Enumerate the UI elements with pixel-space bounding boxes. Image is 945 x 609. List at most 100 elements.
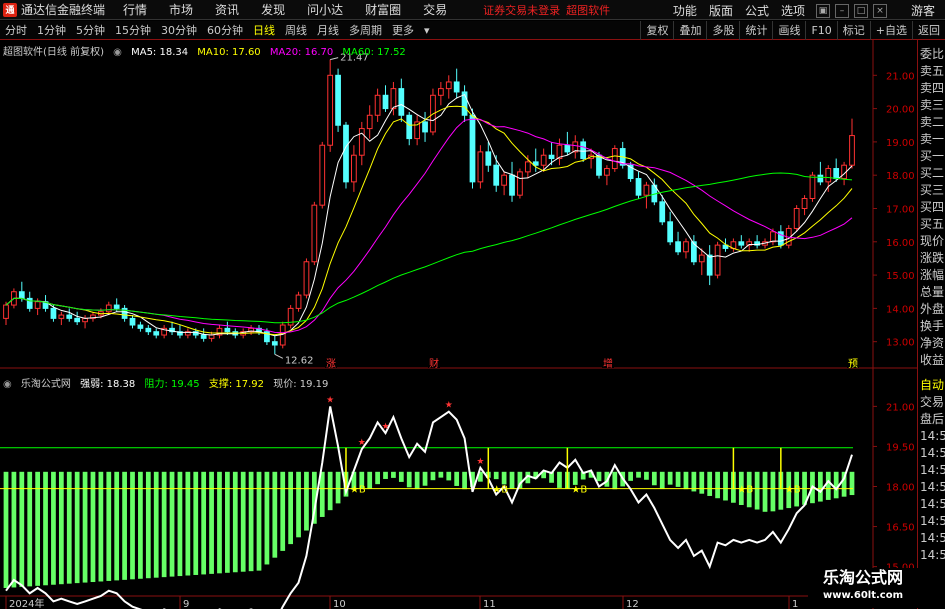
- period-30min[interactable]: 30分钟: [160, 22, 198, 38]
- sidebar-quote-9[interactable]: 买四: [918, 199, 945, 216]
- sidebar-quote-8[interactable]: 买三: [918, 182, 945, 199]
- candle-body-13: [105, 304, 112, 313]
- strength-bar-89: [707, 471, 713, 496]
- candle-body-7: [58, 314, 65, 319]
- sidebar-quote-18[interactable]: 收益: [918, 352, 945, 369]
- close-icon[interactable]: ×: [872, 4, 887, 18]
- period-timeshare[interactable]: 分时: [4, 22, 28, 38]
- strength-bar-42: [335, 471, 341, 504]
- main-chart-title[interactable]: 超图软件(日线 前复权): [3, 47, 104, 58]
- sidebar-quote-16[interactable]: 换手: [918, 318, 945, 335]
- sidebar-trade-3[interactable]: 14:50: [918, 428, 945, 445]
- candle-body-64: [509, 174, 515, 196]
- sidebar-trade-8[interactable]: 14:56: [918, 513, 945, 530]
- tool-overlay[interactable]: 叠加: [673, 21, 706, 40]
- sidebar-quote-7[interactable]: 买二: [918, 165, 945, 182]
- tool-f10[interactable]: F10: [805, 21, 836, 40]
- menu-function[interactable]: 功能: [673, 2, 697, 19]
- sidebar-trade-6[interactable]: 14:56: [918, 479, 945, 496]
- candle-body-17: [137, 324, 144, 329]
- tool-add-watchlist[interactable]: +自选: [869, 21, 912, 40]
- candle-body-80: [635, 178, 642, 196]
- tool-stats[interactable]: 统计: [739, 21, 772, 40]
- buy-signal-tag-1: ★B: [492, 485, 508, 496]
- period-1min[interactable]: 1分钟: [36, 22, 67, 38]
- tool-mark[interactable]: 标记: [836, 21, 870, 40]
- tool-back[interactable]: 返回: [912, 21, 945, 40]
- maximize-icon[interactable]: □: [853, 4, 868, 18]
- menu-item-news[interactable]: 资讯: [215, 1, 239, 18]
- candle-body-6: [50, 307, 57, 319]
- menu-layout[interactable]: 版面: [709, 2, 733, 19]
- tool-multi-stock[interactable]: 多股: [706, 21, 739, 40]
- strength-bar-53: [422, 471, 428, 486]
- strength-bar-104: [825, 471, 831, 500]
- period-15min[interactable]: 15分钟: [114, 22, 152, 38]
- indicator-toggle-icon[interactable]: ◉: [3, 379, 12, 390]
- menu-options[interactable]: 选项: [781, 2, 805, 19]
- indicator-title[interactable]: 乐淘公式网: [21, 379, 71, 390]
- period-more[interactable]: 更多: [391, 22, 415, 38]
- trade-login-status[interactable]: 证券交易未登录: [483, 2, 560, 18]
- period-60min[interactable]: 60分钟: [206, 22, 244, 38]
- period-daily[interactable]: 日线: [252, 22, 276, 38]
- candle-body-81: [643, 184, 650, 196]
- sidebar-trade-2[interactable]: 盘后: [918, 411, 945, 428]
- candle-body-14: [113, 304, 120, 309]
- sidebar-quote-11[interactable]: 现价: [918, 233, 945, 250]
- settings-icon[interactable]: ▣: [815, 4, 830, 18]
- guest-user[interactable]: 游客: [911, 2, 935, 19]
- candle-body-51: [406, 114, 413, 140]
- sidebar-quote-13[interactable]: 涨幅: [918, 267, 945, 284]
- period-multi[interactable]: 多周期: [348, 22, 383, 38]
- sidebar-trade-0[interactable]: 自动: [918, 377, 945, 394]
- sidebar-trade-10[interactable]: 14:56: [918, 547, 945, 564]
- candle-body-43: [343, 124, 349, 183]
- strength-bar-84: [667, 471, 673, 485]
- xtick-label-1: 9: [183, 599, 189, 609]
- sidebar-quote-14[interactable]: 总量: [918, 284, 945, 301]
- candle-body-38: [303, 261, 310, 296]
- sidebar-quote-1[interactable]: 卖五: [918, 63, 945, 80]
- strength-bar-62: [493, 471, 499, 480]
- menu-item-trade[interactable]: 交易: [423, 1, 447, 18]
- sidebar-quote-2[interactable]: 卖四: [918, 80, 945, 97]
- sidebar-trade-1[interactable]: 交易: [918, 394, 945, 411]
- sidebar-trade-9[interactable]: 14:56: [918, 530, 945, 547]
- period-5min[interactable]: 5分钟: [75, 22, 106, 38]
- minimize-icon[interactable]: –: [834, 4, 849, 18]
- menu-formula[interactable]: 公式: [745, 2, 769, 19]
- candle-body-18: [145, 327, 152, 333]
- legend-toggle-icon[interactable]: ◉: [113, 47, 122, 58]
- sidebar-quote-5[interactable]: 卖一: [918, 131, 945, 148]
- sidebar-quote-6[interactable]: 买一: [918, 148, 945, 165]
- sidebar-quote-3[interactable]: 卖三: [918, 97, 945, 114]
- sidebar-quote-10[interactable]: 买五: [918, 216, 945, 233]
- menu-item-market[interactable]: 行情: [123, 1, 147, 18]
- sidebar-quote-17[interactable]: 净资: [918, 335, 945, 352]
- candle-body-39: [311, 204, 318, 263]
- tool-draw[interactable]: 画线: [772, 21, 805, 40]
- menu-item-discover[interactable]: 发现: [261, 1, 285, 18]
- candle-body-2: [18, 291, 25, 299]
- kline-chart-area[interactable]: 13.00 14.00 15.00 16.00 17.00 18.00 19.00 20.00…: [0, 40, 917, 609]
- menu-item-wealth[interactable]: 财富圈: [365, 1, 401, 18]
- period-weekly[interactable]: 周线: [284, 22, 308, 38]
- sidebar-quote-12[interactable]: 涨跌: [918, 250, 945, 267]
- sidebar-quote-0[interactable]: 委比: [918, 46, 945, 63]
- sidebar-quote-15[interactable]: 外盘: [918, 301, 945, 318]
- sidebar-trade-7[interactable]: 14:56: [918, 496, 945, 513]
- sidebar-quote-4[interactable]: 卖二: [918, 114, 945, 131]
- main-ytick-label-4: 17.00: [886, 204, 915, 215]
- main-ytick-label-1: 14.00: [886, 304, 915, 315]
- menu-item-markets[interactable]: 市场: [169, 1, 193, 18]
- main-ytick-label-3: 16.00: [886, 238, 915, 249]
- menu-item-ask[interactable]: 问小达: [307, 1, 343, 18]
- sidebar-trade-4[interactable]: 14:50: [918, 445, 945, 462]
- period-monthly[interactable]: 月线: [316, 22, 340, 38]
- strength-bar-48: [383, 471, 388, 479]
- chevron-down-icon[interactable]: ▾: [423, 24, 431, 37]
- tool-adjust[interactable]: 复权: [640, 21, 673, 40]
- sidebar-trade-5[interactable]: 14:56: [918, 462, 945, 479]
- strength-bar-1: [11, 471, 17, 588]
